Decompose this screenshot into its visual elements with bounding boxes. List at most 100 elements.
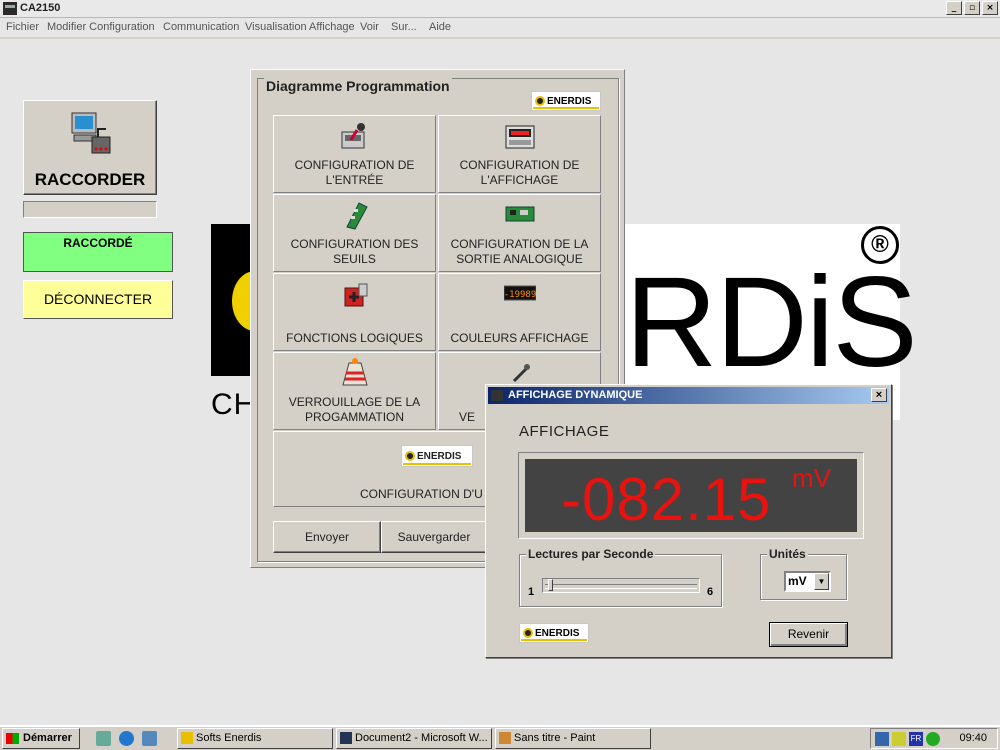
readings-per-second-group: Lectures par Seconde 1 6 (519, 547, 722, 607)
thresholds-config-icon (345, 202, 368, 230)
units-group: Unités mV ▼ (760, 547, 847, 600)
task-word-document[interactable]: Document2 - Microsoft W... (336, 728, 492, 749)
menu-visualisation-affichage[interactable]: Visualisation Affichage (245, 21, 355, 33)
chevron-down-icon[interactable]: ▼ (814, 573, 829, 590)
units-select[interactable]: mV ▼ (784, 571, 831, 592)
input-config-button[interactable]: CONFIGURATION DE L'ENTRÉE (273, 115, 436, 193)
enerdis-logo-text: ENERDIS (547, 95, 592, 107)
digital-display: -082.15 mV (525, 459, 857, 533)
task-paint-label: Sans titre - Paint (514, 732, 596, 744)
connect-button[interactable]: RACCORDER (23, 100, 157, 195)
lock-programming-icon (341, 358, 368, 386)
paint-icon (499, 732, 511, 744)
enerdis-logo-text: ENERDIS (535, 627, 580, 639)
task-softs-enerdis-label: Softs Enerdis (196, 732, 262, 744)
window-title: CA2150 (20, 2, 61, 14)
connect-button-label: RACCORDER (34, 170, 146, 189)
task-word-document-label: Document2 - Microsoft W... (355, 732, 488, 744)
word-icon (340, 732, 352, 744)
disconnect-button[interactable]: DÉCONNECTER (23, 280, 173, 319)
display-colors-button[interactable]: -19989 COULEURS AFFICHAGE (438, 273, 601, 351)
analog-output-config-button[interactable]: CONFIGURATION DE LA SORTIE ANALOGIQUE (438, 194, 601, 272)
tools-label: VE (459, 410, 476, 424)
minimize-button[interactable]: _ (946, 1, 962, 15)
enerdis-logo-icon: ENERDIS (519, 623, 589, 643)
analog-output-icon (505, 206, 534, 222)
start-button-label: Démarrer (23, 732, 72, 744)
menu-sur[interactable]: Sur... (391, 21, 417, 33)
thresholds-config-button[interactable]: CONFIGURATION DES SEUILS (273, 194, 436, 272)
windows-logo-icon (6, 733, 19, 744)
send-button[interactable]: Envoyer (273, 521, 381, 553)
readings-slider-track[interactable] (542, 578, 700, 593)
connection-progress-bar (23, 201, 157, 218)
tray-pencil-icon[interactable] (892, 732, 906, 746)
user-config-label: CONFIGURATION D'U (360, 487, 483, 501)
close-button[interactable]: × (982, 1, 998, 15)
diagram-button-row: Envoyer Sauvergarder (273, 521, 487, 553)
quicklaunch-desktop-icon[interactable] (96, 731, 111, 746)
display-config-label: CONFIGURATION DE L'AFFICHAGE (459, 158, 580, 187)
quicklaunch-mail-icon[interactable] (142, 731, 157, 746)
close-icon[interactable]: × (871, 388, 887, 402)
display-config-button[interactable]: CONFIGURATION DE L'AFFICHAGE (438, 115, 601, 193)
computer-connect-icon (71, 112, 111, 154)
readings-max-label: 6 (707, 586, 714, 598)
dynamic-display-titlebar[interactable]: AFFICHAGE DYNAMIQUE × (488, 387, 889, 404)
display-value: -082.15 (561, 466, 772, 533)
tray-app-icon[interactable] (875, 732, 889, 746)
restore-button[interactable]: ▫ (964, 1, 980, 15)
task-paint[interactable]: Sans titre - Paint (495, 728, 651, 749)
menu-voir[interactable]: Voir (360, 21, 379, 33)
units-selected-value: mV (788, 574, 807, 588)
back-button[interactable]: Revenir (769, 622, 848, 647)
input-config-label: CONFIGURATION DE L'ENTRÉE (294, 158, 415, 187)
system-tray: FR 09:40 (870, 728, 998, 749)
logic-functions-icon (344, 283, 367, 307)
units-label: Unités (767, 547, 808, 561)
enerdis-logo-icon: ENERDIS (531, 91, 601, 111)
analog-output-config-label: CONFIGURATION DE LA SORTIE ANALOGIQUE (450, 237, 589, 266)
enerdis-logo-text: ENERDIS (417, 450, 462, 462)
readings-min-label: 1 (528, 586, 535, 598)
lock-programming-button[interactable]: VERROUILLAGE DE LA PROGAMMATION (273, 352, 436, 430)
save-button[interactable]: Sauvergarder (381, 521, 487, 553)
readings-slider-thumb[interactable] (548, 579, 553, 591)
menu-modifier-configuration[interactable]: Modifier Configuration (47, 21, 155, 33)
thresholds-config-label: CONFIGURATION DES SEUILS (290, 237, 419, 266)
display-section-label: AFFICHAGE (519, 423, 610, 440)
display-colors-icon: -19989 (503, 285, 536, 301)
logic-functions-button[interactable]: FONCTIONS LOGIQUES (273, 273, 436, 351)
taskbar: Démarrer Softs Enerdis Document2 - Micro… (0, 725, 1000, 750)
background-logo-left (211, 224, 251, 376)
quicklaunch-browser-icon[interactable] (119, 731, 134, 746)
enerdis-logo-icon: ENERDIS (401, 445, 473, 467)
programming-diagram-title: Diagramme Programmation (264, 78, 452, 94)
svg-text:-19989: -19989 (504, 290, 536, 300)
app-icon (3, 2, 17, 15)
menu-communication[interactable]: Communication (163, 21, 239, 33)
menu-aide[interactable]: Aide (429, 21, 451, 33)
clock: 09:40 (959, 732, 987, 744)
tray-security-icon[interactable] (926, 732, 940, 746)
menu-fichier[interactable]: Fichier (6, 21, 39, 33)
menu-bar: Fichier Modifier Configuration Communica… (0, 18, 1000, 38)
folder-icon (181, 732, 193, 744)
window-titlebar: CA2150 _ ▫ × (0, 0, 1000, 18)
tray-language-indicator[interactable]: FR (909, 732, 923, 746)
display-unit: mV (792, 463, 831, 493)
display-frame: -082.15 mV (518, 452, 864, 539)
connection-status: RACCORDÉ (23, 232, 173, 272)
lock-programming-label: VERROUILLAGE DE LA PROGAMMATION (288, 395, 421, 424)
dynamic-display-title: AFFICHAGE DYNAMIQUE (508, 389, 643, 401)
background-logo-text-right: RDiS (625, 251, 918, 394)
display-config-icon (505, 125, 534, 149)
display-colors-label: COULEURS AFFICHAGE (450, 331, 589, 345)
task-softs-enerdis[interactable]: Softs Enerdis (177, 728, 333, 749)
input-config-icon (341, 123, 365, 149)
start-button[interactable]: Démarrer (2, 728, 80, 749)
registered-mark: ® (861, 226, 899, 264)
logic-functions-label: FONCTIONS LOGIQUES (286, 331, 423, 345)
readings-per-second-label: Lectures par Seconde (526, 547, 656, 561)
dynamic-display-dialog: AFFICHAGE DYNAMIQUE × AFFICHAGE -082.15 … (485, 384, 892, 658)
